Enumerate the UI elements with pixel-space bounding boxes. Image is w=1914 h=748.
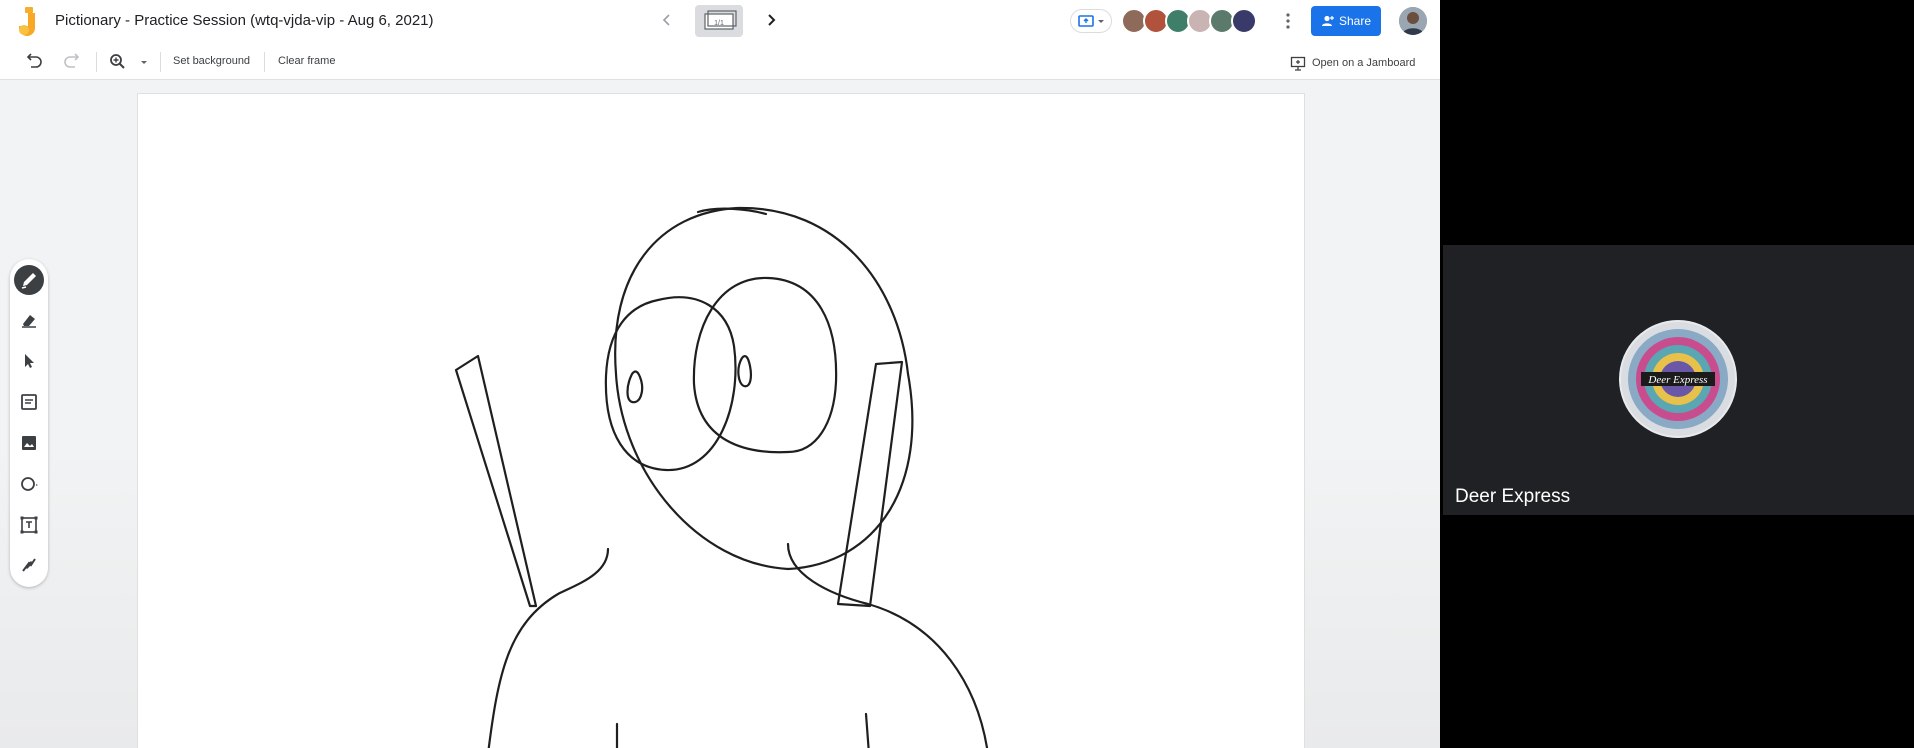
participant-avatar: Deer Express	[1619, 320, 1737, 438]
pen-icon	[21, 273, 36, 289]
eraser-icon[interactable]	[17, 308, 41, 332]
tool-palette	[10, 259, 48, 587]
drawing-layer	[454, 206, 989, 748]
set-background-button[interactable]: Set background	[173, 55, 250, 67]
left-sword-stroke	[454, 354, 538, 608]
frames-icon: 1/1	[704, 10, 737, 30]
open-on-jamboard-button[interactable]: Open on a Jamboard	[1290, 53, 1415, 73]
undo-icon[interactable]	[25, 52, 45, 72]
clear-frame-button[interactable]: Clear frame	[278, 55, 335, 67]
participant-avatar-6[interactable]	[1231, 8, 1257, 34]
user-photo-icon	[1399, 7, 1427, 35]
present-button[interactable]	[1070, 9, 1112, 33]
zoom-dropdown-icon[interactable]	[134, 52, 154, 72]
left-eye-stroke	[604, 296, 737, 472]
text-box-icon[interactable]	[17, 513, 41, 537]
left-pupil-stroke	[626, 370, 644, 404]
avatar-logo-text: Deer Express	[1647, 374, 1707, 386]
right-eye-stroke	[692, 276, 838, 454]
user-avatar[interactable]	[1399, 7, 1427, 35]
laser-icon[interactable]	[17, 553, 41, 577]
share-label: Share	[1338, 14, 1372, 28]
deer-express-logo: Deer Express	[1621, 322, 1735, 436]
jamboard-logo-icon	[19, 7, 35, 36]
add-person-icon	[1321, 15, 1334, 26]
present-icon	[1078, 15, 1104, 27]
left-shoulder-stroke	[487, 547, 610, 748]
toolbar-divider	[160, 52, 161, 72]
body-line-stroke	[864, 712, 870, 748]
open-on-jamboard-label: Open on a Jamboard	[1312, 57, 1416, 69]
open-jamboard-icon	[1290, 56, 1306, 71]
zoom-icon[interactable]	[108, 52, 128, 72]
jamboard-app: Pictionary - Practice Session (wtq-vjda-…	[0, 0, 1440, 748]
meet-participant-tile[interactable]: Deer Express Deer Express	[1443, 245, 1914, 515]
frame-bar-button[interactable]: 1/1	[695, 5, 743, 37]
image-icon[interactable]	[17, 431, 41, 455]
share-button[interactable]: Share	[1311, 6, 1381, 36]
top-bar: Pictionary - Practice Session (wtq-vjda-…	[0, 0, 1440, 44]
sticky-note-icon[interactable]	[17, 390, 41, 414]
toolbar-divider	[96, 52, 97, 72]
document-title[interactable]: Pictionary - Practice Session (wtq-vjda-…	[55, 12, 434, 29]
next-frame-icon[interactable]	[760, 9, 782, 31]
pen-tool-button[interactable]	[14, 265, 44, 295]
jam-canvas[interactable]	[137, 93, 1305, 748]
head-stroke	[614, 206, 914, 571]
right-sword-stroke	[836, 360, 904, 608]
participant-name: Deer Express	[1455, 486, 1571, 507]
more-options-icon[interactable]	[1278, 10, 1298, 32]
toolbar-divider	[264, 52, 265, 72]
right-pupil-stroke	[737, 355, 752, 388]
frame-indicator: 1/1	[714, 20, 724, 27]
redo-icon[interactable]	[61, 52, 81, 72]
circle-icon[interactable]	[17, 472, 41, 496]
right-shoulder-stroke	[786, 542, 989, 748]
editing-toolbar: Set background Clear frame Open on a Jam…	[0, 44, 1440, 80]
select-icon[interactable]	[17, 349, 41, 373]
previous-frame-icon[interactable]	[656, 9, 678, 31]
